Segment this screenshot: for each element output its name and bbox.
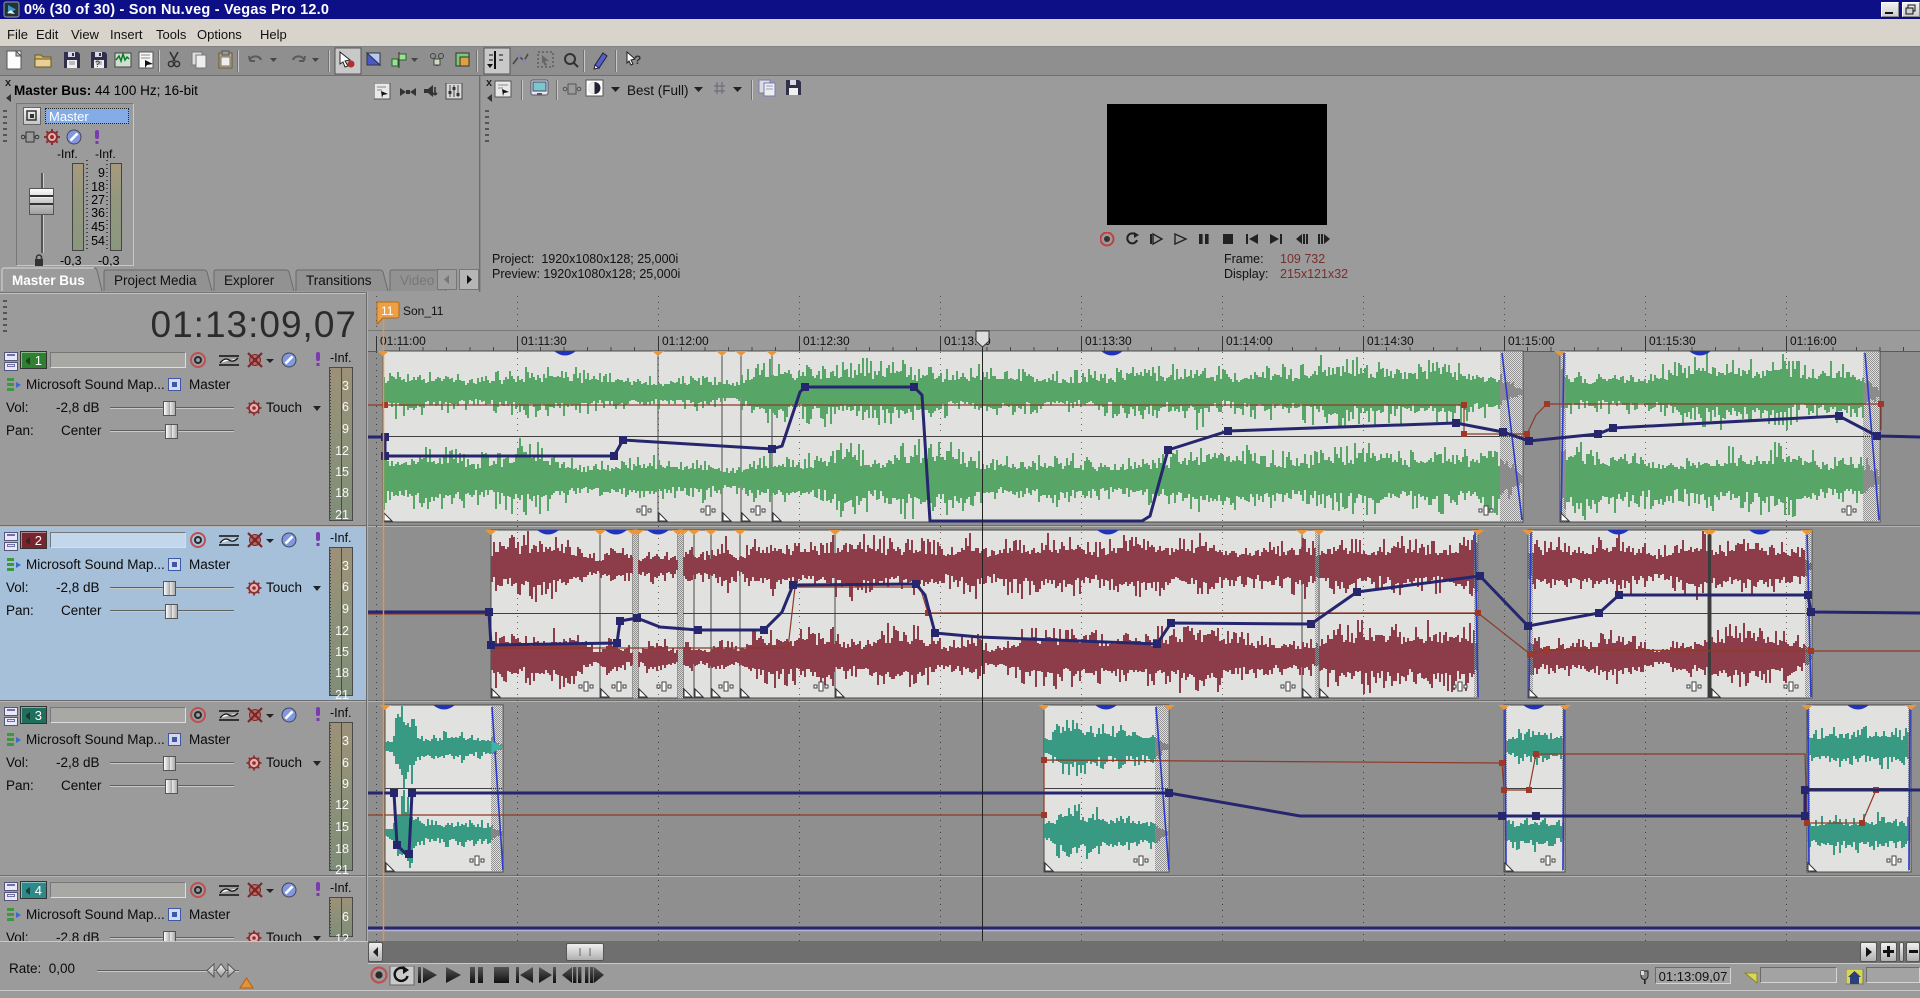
svg-text:01:11:30: 01:11:30	[521, 334, 567, 348]
svg-text:11: 11	[381, 304, 394, 318]
svg-text:01:12:30: 01:12:30	[803, 334, 850, 348]
svg-text:01:14:00: 01:14:00	[1226, 334, 1273, 348]
svg-text:01:14:30: 01:14:30	[1367, 334, 1414, 348]
svg-text:01:13:30: 01:13:30	[1085, 334, 1132, 348]
svg-text:01:16:00: 01:16:00	[1790, 334, 1837, 348]
svg-text:01:12:00: 01:12:00	[662, 334, 709, 348]
svg-text:01:11:00: 01:11:00	[380, 334, 426, 348]
svg-text:01:15:30: 01:15:30	[1649, 334, 1696, 348]
svg-text:Son_11: Son_11	[403, 304, 444, 318]
svg-text:01:15:00: 01:15:00	[1508, 334, 1555, 348]
